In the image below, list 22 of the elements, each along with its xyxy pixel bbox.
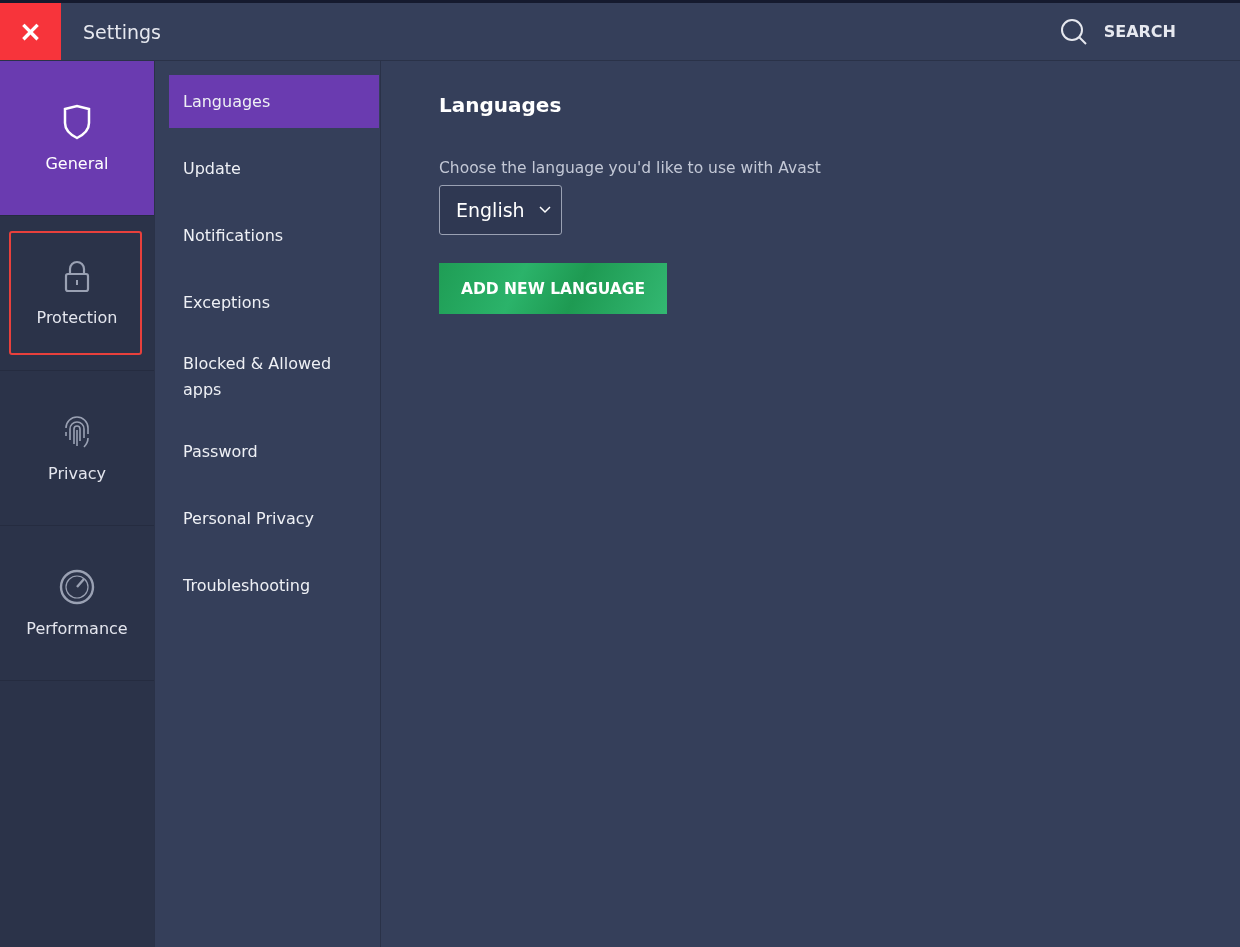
subsection-item[interactable]: Notifications: [169, 209, 379, 262]
category-tab[interactable]: General: [0, 61, 154, 216]
search-icon: [1059, 17, 1088, 46]
section-heading: Languages: [439, 93, 562, 117]
lock-icon: [63, 259, 91, 294]
speedometer-icon: [59, 568, 95, 605]
description-text: Choose the language you'd like to use with Avast: [439, 159, 821, 177]
close-button[interactable]: ×: [0, 3, 61, 60]
language-dropdown[interactable]: English: [439, 185, 562, 235]
subsection-item[interactable]: Password: [169, 425, 379, 478]
shield-icon: [62, 103, 92, 140]
subsection-item[interactable]: Exceptions: [169, 276, 379, 329]
subsection-item[interactable]: Troubleshooting: [169, 559, 379, 612]
subsection-item[interactable]: Languages: [169, 75, 379, 128]
subsection-item[interactable]: Personal Privacy: [169, 492, 379, 545]
subsection-item[interactable]: Blocked & Allowed apps: [169, 343, 379, 411]
category-tab[interactable]: Protection: [0, 216, 154, 371]
subsection-item[interactable]: Update: [169, 142, 379, 195]
search-button[interactable]: SEARCH: [1059, 17, 1176, 46]
fingerprint-icon: [62, 413, 92, 450]
chevron-down-icon: [538, 206, 551, 214]
window-title: Settings: [83, 20, 162, 43]
